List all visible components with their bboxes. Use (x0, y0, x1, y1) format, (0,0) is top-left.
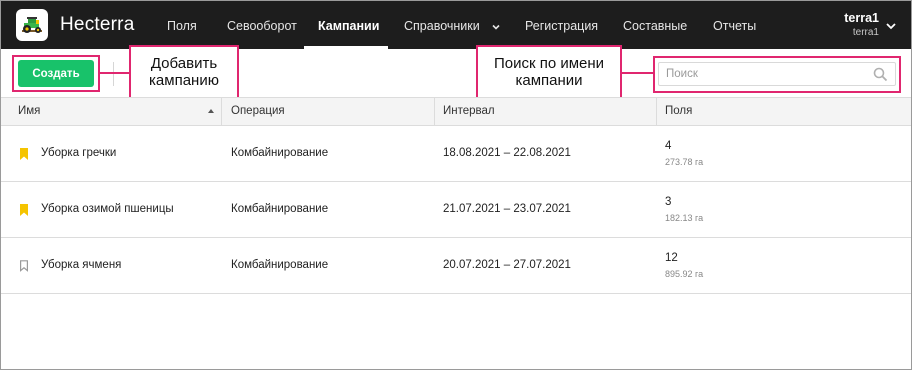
column-header-fields[interactable]: Поля (665, 98, 692, 125)
campaign-operation: Комбайнирование (231, 203, 329, 215)
callout-leader-search (622, 72, 653, 74)
search-highlight (653, 56, 901, 93)
column-divider (656, 98, 657, 125)
column-header-name[interactable]: Имя (18, 98, 40, 125)
callout-search-by-name: Поиск по имени кампании (476, 45, 622, 99)
callout-add-campaign: Добавить кампанию (129, 45, 239, 99)
callout-search-text: Поиск по имени кампании (493, 55, 605, 89)
fields-area: 182.13 га (665, 213, 704, 223)
fields-count: 3 (665, 196, 672, 208)
fields-count: 4 (665, 140, 672, 152)
table-header: Имя Операция Интервал Поля (1, 97, 911, 126)
bookmark-filled-icon[interactable] (19, 148, 29, 160)
campaign-interval: 21.07.2021 – 23.07.2021 (443, 203, 571, 215)
app-window: Hecterra Поля Севооборот Кампании Справо… (0, 0, 912, 370)
nav-item-registration[interactable]: Регистрация (525, 1, 598, 49)
toolbar-divider (113, 62, 114, 86)
create-button-highlight (12, 55, 100, 92)
sort-asc-icon[interactable] (207, 107, 215, 115)
column-divider (221, 98, 222, 125)
callout-add-campaign-text: Добавить кампанию (149, 55, 219, 89)
column-header-operation[interactable]: Операция (231, 98, 285, 125)
fields-area: 895.92 га (665, 269, 704, 279)
bookmark-outline-icon[interactable] (19, 260, 29, 272)
brand-name: Hecterra (60, 14, 135, 35)
bookmark-filled-icon[interactable] (19, 204, 29, 216)
nav-item-references[interactable]: Справочники (404, 1, 501, 49)
nav-item-crop-rotation[interactable]: Севооборот (227, 1, 297, 49)
campaign-interval: 20.07.2021 – 27.07.2021 (443, 259, 571, 271)
tractor-logo-icon[interactable] (16, 9, 48, 41)
fields-area: 273.78 га (665, 157, 704, 167)
fields-count: 12 (665, 252, 678, 264)
campaign-name: Уборка озимой пшеницы (41, 203, 174, 215)
nav-item-campaigns[interactable]: Кампании (318, 1, 379, 49)
nav-item-reports[interactable]: Отчеты (713, 1, 756, 49)
active-tab-indicator (304, 46, 388, 49)
nav-item-references-label: Справочники (404, 19, 480, 33)
nav-item-fields[interactable]: Поля (167, 1, 197, 49)
top-nav: Hecterra Поля Севооборот Кампании Справо… (1, 1, 911, 49)
campaign-interval: 18.08.2021 – 22.08.2021 (443, 147, 571, 159)
campaign-name: Уборка гречки (41, 147, 117, 159)
column-header-interval[interactable]: Интервал (443, 98, 495, 125)
nav-item-composite[interactable]: Составные (623, 1, 687, 49)
table-row[interactable]: Уборка гречки Комбайнирование 18.08.2021… (1, 126, 911, 182)
callout-leader-add (100, 72, 129, 74)
campaign-operation: Комбайнирование (231, 259, 329, 271)
campaign-operation: Комбайнирование (231, 147, 329, 159)
chevron-down-icon[interactable] (885, 21, 897, 31)
campaign-name: Уборка ячменя (41, 259, 122, 271)
user-account: terra1 (852, 27, 879, 38)
table-row[interactable]: Уборка озимой пшеницы Комбайнирование 21… (1, 182, 911, 238)
table-row[interactable]: Уборка ячменя Комбайнирование 20.07.2021… (1, 238, 911, 294)
user-name: terra1 (844, 11, 879, 25)
column-divider (434, 98, 435, 125)
chevron-down-icon (492, 24, 500, 30)
user-menu[interactable]: terra1 terra1 (844, 11, 879, 39)
